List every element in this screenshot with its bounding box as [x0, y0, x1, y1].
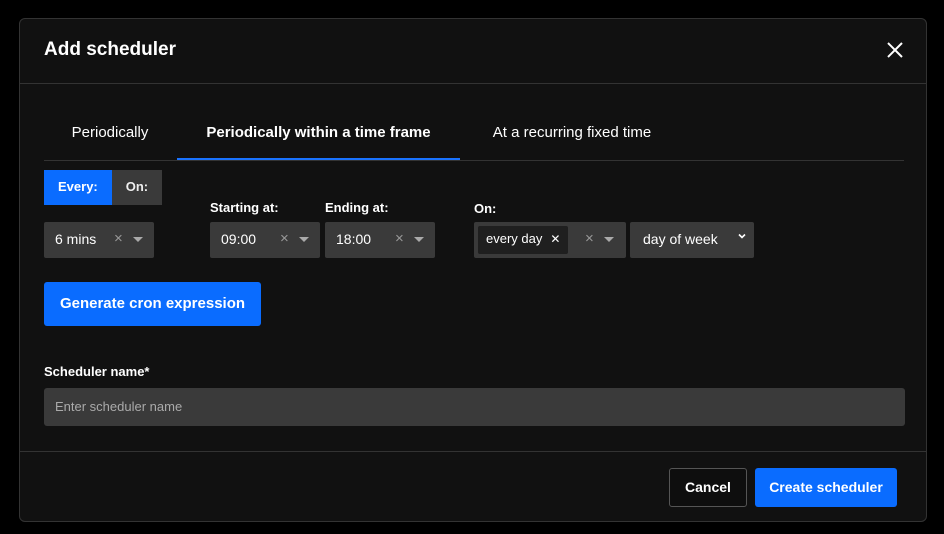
- on-toggle-button[interactable]: On:: [111, 170, 163, 205]
- cancel-button[interactable]: Cancel: [669, 468, 747, 507]
- every-toggle-button[interactable]: Every:: [44, 170, 112, 205]
- on-label: On:: [474, 201, 497, 216]
- footer-divider: [20, 451, 926, 452]
- clear-icon[interactable]: ×: [585, 230, 594, 247]
- ending-at-select[interactable]: 18:00 ×: [325, 222, 435, 258]
- chevron-down-icon: [738, 233, 746, 239]
- clear-icon[interactable]: ×: [280, 230, 289, 247]
- dialog-title: Add scheduler: [44, 39, 176, 60]
- ending-at-value: 18:00: [336, 231, 372, 247]
- create-scheduler-button[interactable]: Create scheduler: [755, 468, 897, 507]
- clear-icon[interactable]: ×: [395, 230, 404, 247]
- on-days-select[interactable]: every day ✕ ×: [474, 222, 626, 258]
- interval-select[interactable]: 6 mins ×: [44, 222, 154, 258]
- day-mode-select[interactable]: day of week: [630, 222, 754, 258]
- clear-icon[interactable]: ×: [114, 230, 123, 247]
- schedule-type-tabs: Periodically Periodically within a time …: [44, 114, 904, 161]
- ending-at-label: Ending at:: [325, 200, 389, 215]
- tab-periodically-within-time-frame[interactable]: Periodically within a time frame: [177, 114, 460, 160]
- interval-value: 6 mins: [55, 231, 97, 247]
- every-on-toggle: Every: On:: [44, 170, 163, 205]
- tab-periodically[interactable]: Periodically: [44, 114, 176, 159]
- add-scheduler-dialog: Add scheduler Periodically Periodically …: [19, 18, 927, 522]
- starting-at-value: 09:00: [221, 231, 257, 247]
- close-icon[interactable]: [884, 39, 906, 61]
- day-chip: every day ✕: [478, 226, 569, 254]
- scheduler-name-input[interactable]: Enter scheduler name: [44, 388, 905, 426]
- dialog-header: Add scheduler: [20, 19, 926, 84]
- caret-down-icon: [414, 237, 424, 242]
- caret-down-icon: [604, 237, 614, 242]
- day-mode-value: day of week: [643, 231, 718, 247]
- caret-down-icon: [133, 237, 143, 242]
- day-chip-label: every day: [486, 231, 543, 246]
- starting-at-label: Starting at:: [210, 200, 279, 215]
- chip-remove-icon[interactable]: ✕: [550, 232, 560, 246]
- tab-recurring-fixed-time[interactable]: At a recurring fixed time: [460, 114, 684, 159]
- starting-at-select[interactable]: 09:00 ×: [210, 222, 320, 258]
- caret-down-icon: [299, 237, 309, 242]
- scheduler-name-label: Scheduler name*: [44, 364, 150, 379]
- generate-cron-button[interactable]: Generate cron expression: [44, 282, 261, 326]
